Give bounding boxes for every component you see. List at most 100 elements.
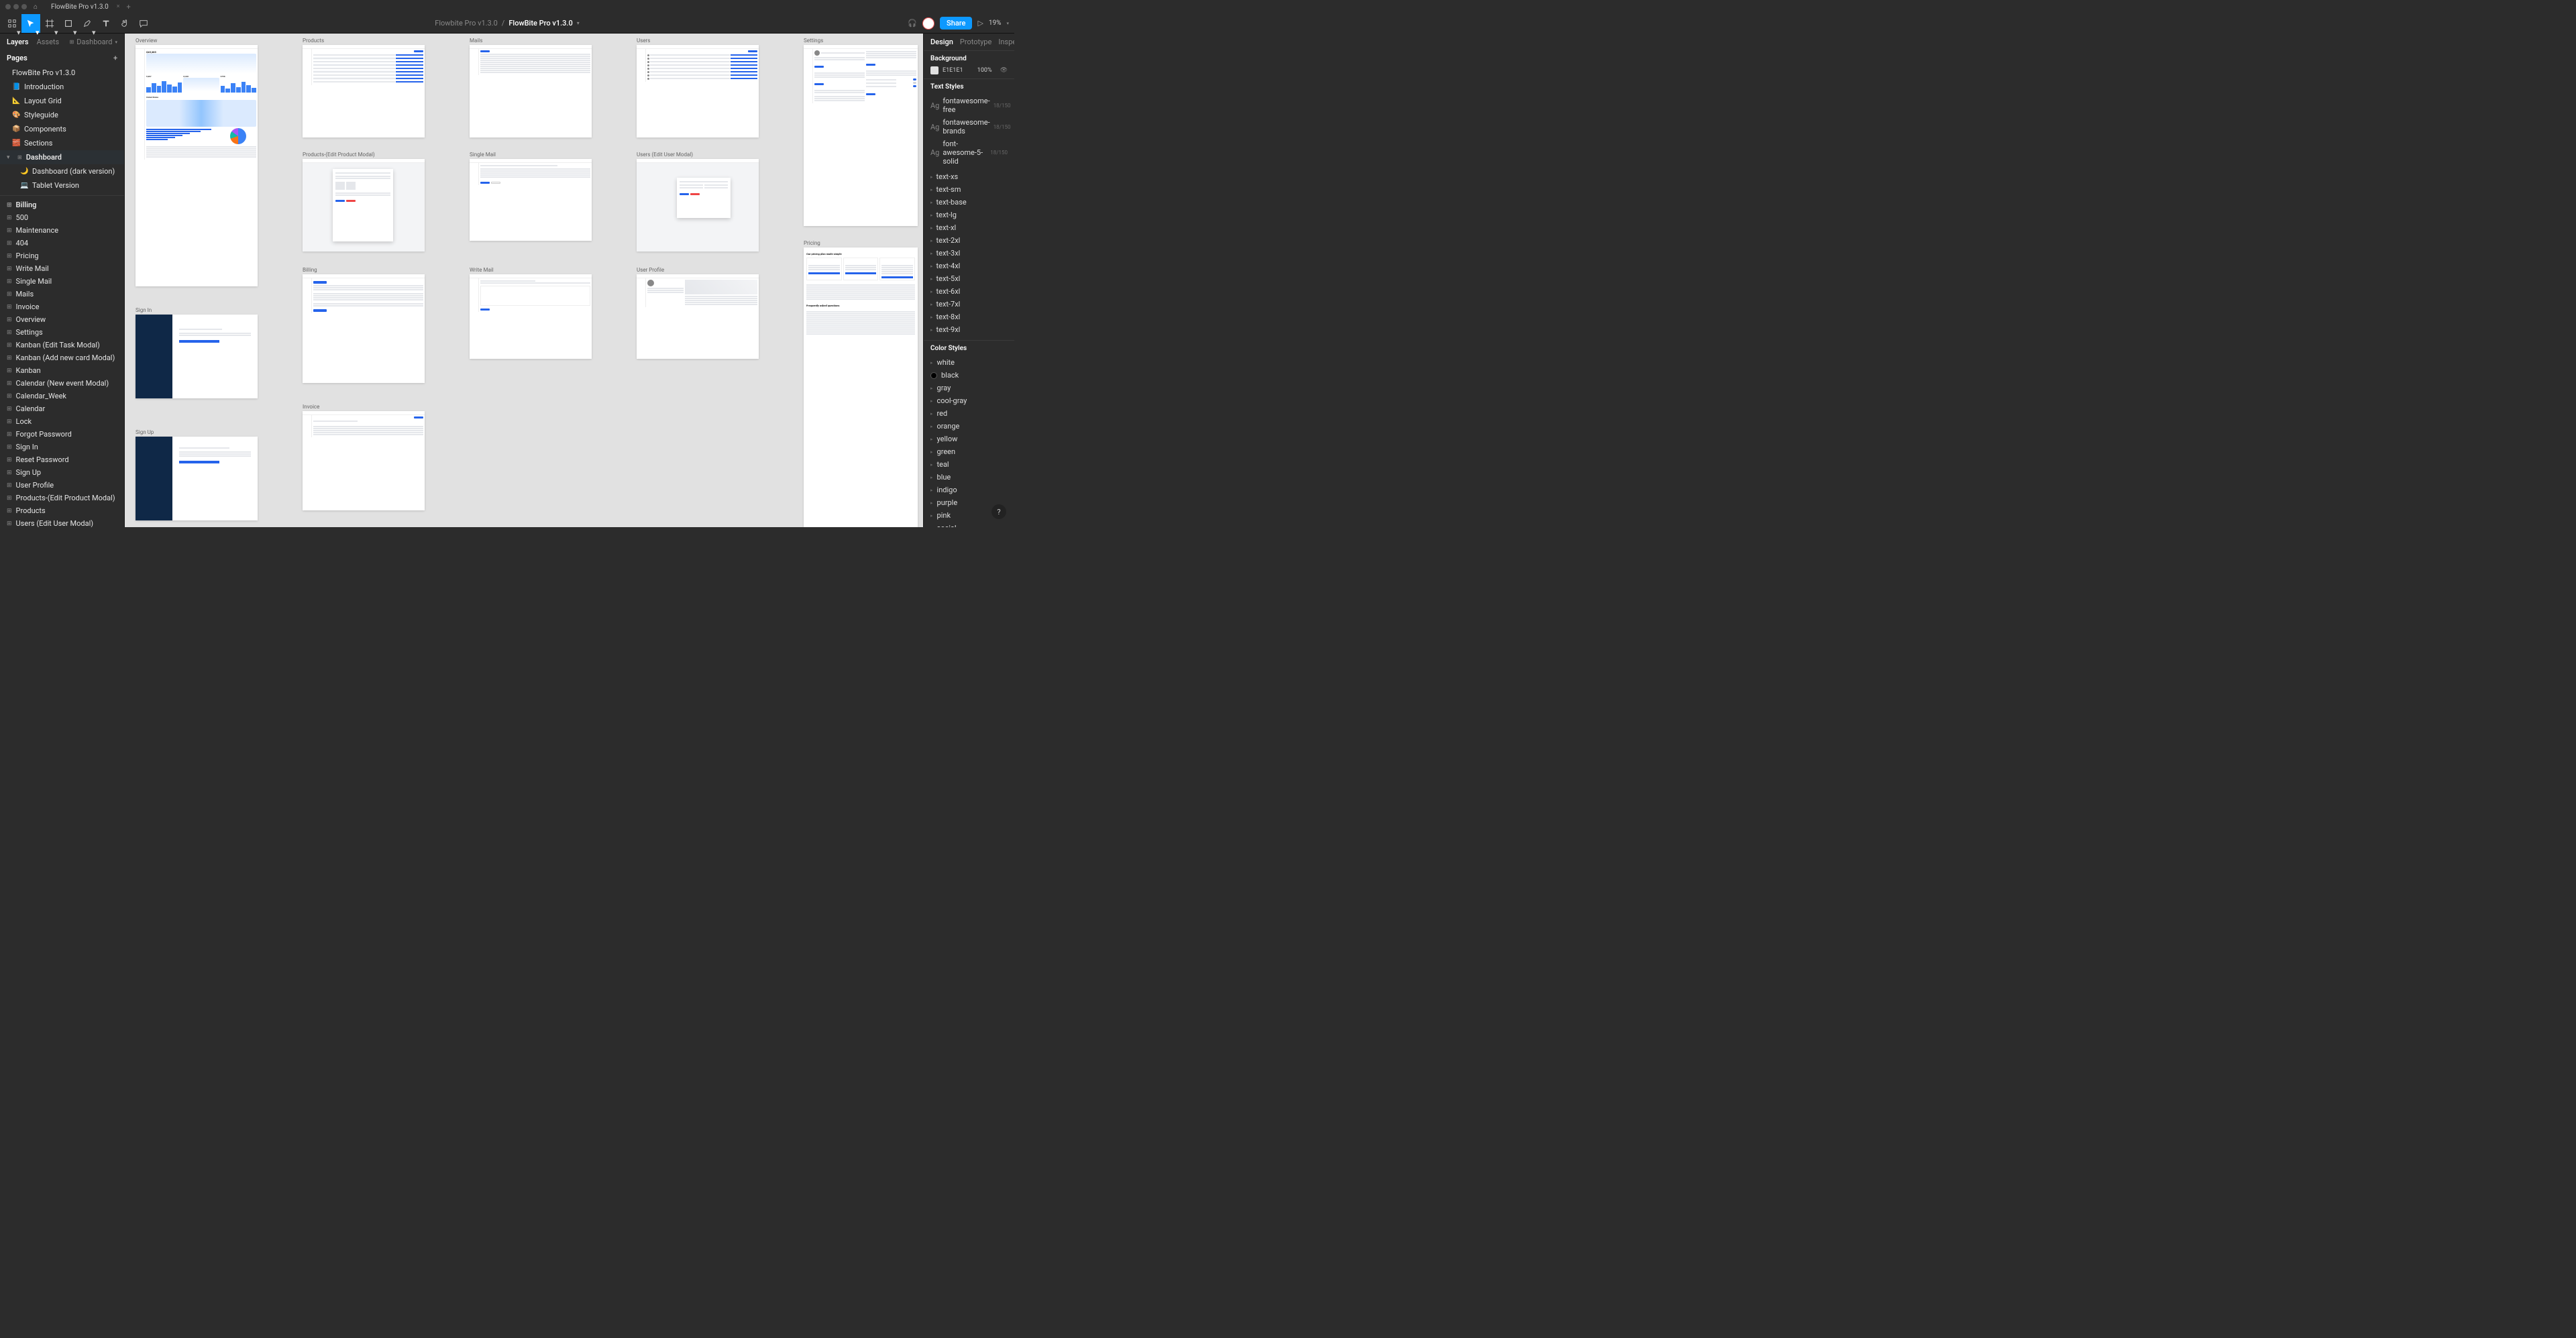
pen-tool[interactable]: ▾ xyxy=(78,14,97,33)
breadcrumb[interactable]: Flowbite Pro v1.3.0 / FlowBite Pro v1.3.… xyxy=(435,19,580,27)
layer-row[interactable]: ⊞Kanban (Edit Task Modal) xyxy=(0,339,124,351)
frame-label-signin[interactable]: Sign In xyxy=(136,307,258,313)
color-style[interactable]: ▸cool-gray xyxy=(930,394,1008,407)
frame-label-users-modal[interactable]: Users (Edit User Modal) xyxy=(637,152,759,158)
page-selector[interactable]: ⊞Dashboard▾ xyxy=(70,38,117,46)
artboard-invoice[interactable] xyxy=(303,411,425,510)
artboard-user-profile[interactable] xyxy=(637,274,759,359)
text-style-size[interactable]: ▸text-7xl xyxy=(930,298,1008,311)
text-style-size[interactable]: ▸text-xl xyxy=(930,221,1008,234)
color-style[interactable]: ▸white xyxy=(930,356,1008,369)
comment-tool[interactable] xyxy=(134,14,153,33)
frame-label-overview[interactable]: Overview xyxy=(136,38,258,44)
layer-row[interactable]: ⊞Kanban xyxy=(0,364,124,377)
layer-row[interactable]: ⊞Products xyxy=(0,504,124,517)
text-style-font[interactable]: Agfont-awesome-5-solid18/150 xyxy=(930,137,1008,168)
frame-label-signup[interactable]: Sign Up xyxy=(136,429,258,435)
layer-row[interactable]: ⊞Products-(Edit Product Modal) xyxy=(0,492,124,504)
text-style-size[interactable]: ▸text-8xl xyxy=(930,311,1008,323)
color-style[interactable]: ▸social xyxy=(930,522,1008,527)
artboard-pricing[interactable]: Our pricing plan made simple $49 $299 $2… xyxy=(804,247,918,527)
frame-label-products[interactable]: Products xyxy=(303,38,425,44)
page-item[interactable]: 📐Layout Grid xyxy=(0,94,124,108)
eye-icon[interactable]: 👁 xyxy=(1000,67,1008,74)
layer-row[interactable]: ⊞Invoice xyxy=(0,300,124,313)
frame-label-billing[interactable]: Billing xyxy=(303,267,425,273)
frame-label-single-mail[interactable]: Single Mail xyxy=(470,152,592,158)
traffic-lights[interactable] xyxy=(5,4,27,9)
color-style[interactable]: ▸yellow xyxy=(930,433,1008,445)
layer-row[interactable]: ⊞Billing xyxy=(0,199,124,211)
headphones-icon[interactable]: 🎧 xyxy=(908,19,917,27)
color-style[interactable]: ▸indigo xyxy=(930,484,1008,496)
text-style-size[interactable]: ▸text-base xyxy=(930,196,1008,209)
layer-row[interactable]: ⊞Reset Password xyxy=(0,453,124,466)
bg-swatch[interactable] xyxy=(930,66,938,74)
text-style-size[interactable]: ▸text-3xl xyxy=(930,247,1008,260)
text-tool[interactable] xyxy=(97,14,115,33)
layer-row[interactable]: ⊞404 xyxy=(0,237,124,249)
text-style-size[interactable]: ▸text-5xl xyxy=(930,272,1008,285)
color-style[interactable]: ▸red xyxy=(930,407,1008,420)
artboard-billing[interactable] xyxy=(303,274,425,383)
bg-opacity[interactable]: 100% xyxy=(977,67,992,74)
avatar[interactable] xyxy=(922,17,934,30)
page-item[interactable]: 💻Tablet Version xyxy=(0,178,124,192)
page-item[interactable]: 🧱Sections xyxy=(0,136,124,150)
tab-prototype[interactable]: Prototype xyxy=(960,38,991,46)
page-dashboard[interactable]: ▾ ⊞ Dashboard xyxy=(0,150,124,164)
text-style-size[interactable]: ▸text-xs xyxy=(930,170,1008,183)
chevron-down-icon[interactable]: ▾ xyxy=(577,20,580,26)
bg-hex[interactable]: E1E1E1 xyxy=(943,67,963,74)
tab-assets[interactable]: Assets xyxy=(37,38,60,46)
page-item[interactable]: 📘Introduction xyxy=(0,80,124,94)
frame-label-write-mail[interactable]: Write Mail xyxy=(470,267,592,273)
artboard-users-modal[interactable] xyxy=(637,159,759,252)
text-style-size[interactable]: ▸text-4xl xyxy=(930,260,1008,272)
layer-row[interactable]: ⊞Settings xyxy=(0,326,124,339)
layer-row[interactable]: ⊞Calendar_Week xyxy=(0,390,124,402)
tab-design[interactable]: Design xyxy=(930,38,953,46)
color-style[interactable]: black xyxy=(930,369,1008,382)
frame-label-invoice[interactable]: Invoice xyxy=(303,404,425,410)
layer-row[interactable]: ⊞User Profile xyxy=(0,479,124,492)
color-style[interactable]: ▸green xyxy=(930,445,1008,458)
text-style-size[interactable]: ▸text-6xl xyxy=(930,285,1008,298)
artboard-single-mail[interactable] xyxy=(470,159,592,241)
artboard-signup[interactable] xyxy=(136,437,258,520)
move-tool[interactable]: ▾ xyxy=(21,14,40,33)
text-style-font[interactable]: Agfontawesome-brands18/150 xyxy=(930,116,1008,137)
tab-inspect[interactable]: Inspect xyxy=(998,38,1014,46)
text-style-size[interactable]: ▸text-sm xyxy=(930,183,1008,196)
frame-label-settings[interactable]: Settings xyxy=(804,38,918,44)
text-style-size[interactable]: ▸text-2xl xyxy=(930,234,1008,247)
page-item[interactable]: 🌙Dashboard (dark version) xyxy=(0,164,124,178)
layer-row[interactable]: ⊞Single Mail xyxy=(0,275,124,288)
share-button[interactable]: Share xyxy=(940,17,972,30)
layer-row[interactable]: ⊞Sign Up xyxy=(0,466,124,479)
new-tab-icon[interactable]: + xyxy=(127,3,131,11)
color-style[interactable]: ▸gray xyxy=(930,382,1008,394)
file-tab[interactable]: FlowBite Pro v1.3.0 xyxy=(47,3,113,11)
artboard-signin[interactable] xyxy=(136,315,258,398)
tab-layers[interactable]: Layers xyxy=(7,38,29,46)
help-button[interactable]: ? xyxy=(991,504,1006,519)
layer-row[interactable]: ⊞Lock xyxy=(0,415,124,428)
frame-label-users[interactable]: Users xyxy=(637,38,759,44)
color-style[interactable]: ▸teal xyxy=(930,458,1008,471)
frame-label-user-profile[interactable]: User Profile xyxy=(637,267,759,273)
page-item[interactable]: 🎨Styleguide xyxy=(0,108,124,122)
hand-tool[interactable] xyxy=(115,14,134,33)
layer-row[interactable]: ⊞Users (Edit User Modal) xyxy=(0,517,124,527)
shape-tool[interactable]: ▾ xyxy=(59,14,78,33)
layer-row[interactable]: ⊞Write Mail xyxy=(0,262,124,275)
layer-row[interactable]: ⊞Pricing xyxy=(0,249,124,262)
layer-row[interactable]: ⊞Calendar (New event Modal) xyxy=(0,377,124,390)
artboard-write-mail[interactable] xyxy=(470,274,592,359)
layer-row[interactable]: ⊞Maintenance xyxy=(0,224,124,237)
home-icon[interactable]: ⌂ xyxy=(34,3,38,11)
frame-tool[interactable]: ▾ xyxy=(40,14,59,33)
close-tab-icon[interactable]: × xyxy=(117,3,120,10)
canvas[interactable]: Overview $45,385 5,987 8,438 9758 United… xyxy=(125,34,923,527)
text-style-size[interactable]: ▸text-lg xyxy=(930,209,1008,221)
